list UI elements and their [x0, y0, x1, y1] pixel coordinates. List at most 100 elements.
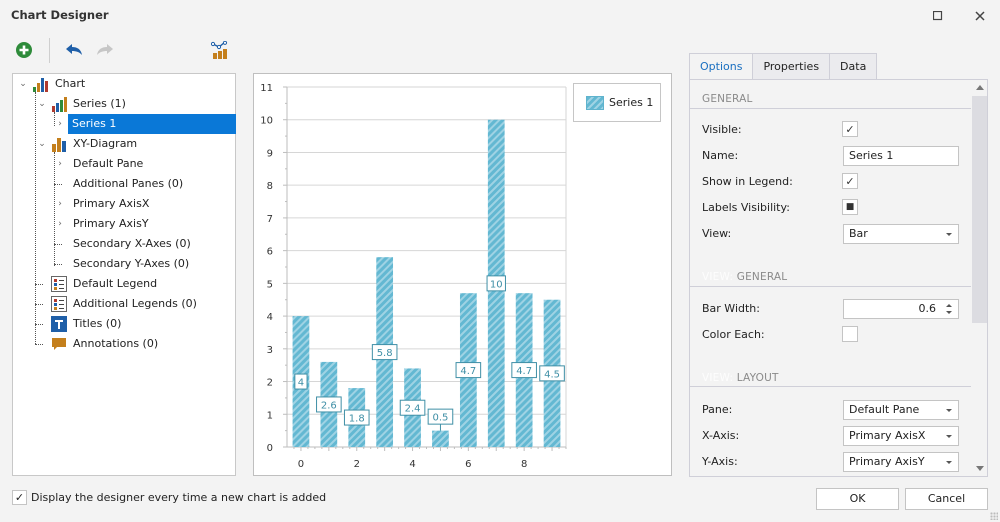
- toolbar-separator: [49, 38, 50, 63]
- tree-item-label: Series (1): [73, 97, 126, 110]
- change-chart-type-button[interactable]: [210, 40, 230, 60]
- chart-legend[interactable]: Series 1: [573, 83, 661, 122]
- display-designer-checkbox[interactable]: ✓: [12, 490, 27, 505]
- y-tick-label: 11: [260, 83, 273, 94]
- check-icon: ✓: [14, 491, 25, 504]
- tree-item-additional-legends[interactable]: Additional Legends (0): [13, 294, 235, 314]
- color-each-label: Color Each:: [702, 328, 765, 341]
- tree-item-default-pane[interactable]: › Default Pane: [13, 154, 235, 174]
- undo-button[interactable]: [64, 40, 84, 60]
- visible-checkbox[interactable]: ✓: [842, 121, 858, 137]
- title-icon: [51, 316, 67, 332]
- options-tabs: Options Properties Data: [689, 53, 878, 81]
- y-tick-label: 6: [267, 247, 273, 258]
- data-label: 4: [298, 378, 304, 389]
- scroll-up-icon[interactable]: [976, 85, 984, 90]
- scroll-down-icon[interactable]: [976, 466, 984, 471]
- chart-type-icon: [211, 41, 228, 59]
- view-combobox[interactable]: Bar: [843, 224, 959, 244]
- section-divider: [690, 286, 971, 287]
- series-icon: [52, 97, 67, 112]
- show-in-legend-checkbox[interactable]: ✓: [842, 173, 858, 189]
- close-button[interactable]: [969, 6, 991, 26]
- chevron-right-icon[interactable]: ›: [55, 119, 65, 129]
- y-tick-label: 0: [267, 443, 273, 454]
- spin-down-icon[interactable]: [946, 311, 952, 314]
- bar-width-label: Bar Width:: [702, 302, 760, 315]
- tab-properties[interactable]: Properties: [752, 53, 831, 80]
- undo-icon: [66, 44, 82, 55]
- labels-visibility-checkbox[interactable]: ■: [842, 199, 858, 215]
- redo-button[interactable]: [95, 40, 115, 60]
- dropdown-arrow-icon: [946, 461, 952, 464]
- data-label: 4.5: [544, 369, 560, 380]
- color-each-checkbox[interactable]: [842, 326, 858, 342]
- data-label: 4.7: [516, 366, 532, 377]
- tree-item-xy-diagram[interactable]: ⌄ XY-Diagram: [13, 134, 235, 154]
- tree-item-annotations[interactable]: Annotations (0): [13, 334, 235, 354]
- data-label: 1.8: [349, 414, 365, 425]
- pane-combobox[interactable]: Default Pane: [843, 400, 959, 420]
- chevron-right-icon[interactable]: ›: [55, 219, 65, 229]
- tree-item-label: Series 1: [68, 114, 236, 134]
- y-axis-combobox[interactable]: Primary AxisY: [843, 452, 959, 472]
- add-button[interactable]: [14, 40, 34, 60]
- chevron-right-icon[interactable]: ›: [55, 159, 65, 169]
- data-label: 5.8: [377, 348, 393, 359]
- cancel-button[interactable]: Cancel: [905, 488, 988, 510]
- ok-button[interactable]: OK: [816, 488, 899, 510]
- maximize-icon: [933, 11, 943, 21]
- tree-item-chart[interactable]: ⌄ Chart: [13, 74, 235, 94]
- tree-item-label: Titles (0): [73, 317, 122, 330]
- bar-width-spinner[interactable]: 0.6: [843, 299, 959, 319]
- chart-elements-tree[interactable]: ⌄ Chart ⌄ Series (1) › Series 1 ⌄ XY-Dia…: [12, 73, 236, 476]
- pane-label: Pane:: [702, 403, 733, 416]
- tab-data[interactable]: Data: [829, 53, 878, 80]
- chevron-down-icon[interactable]: ⌄: [37, 139, 47, 149]
- resize-grip[interactable]: [990, 512, 998, 520]
- tree-item-series-1[interactable]: › Series 1: [13, 114, 236, 134]
- x-axis-combobox[interactable]: Primary AxisX: [843, 426, 959, 446]
- y-tick-label: 4: [267, 312, 273, 323]
- y-tick-label: 10: [260, 116, 273, 127]
- options-panel: GENERAL Visible: ✓ Name: Series 1 Show i…: [689, 79, 988, 477]
- tree-item-label: Secondary X-Axes (0): [73, 237, 191, 250]
- maximize-button[interactable]: [927, 6, 949, 26]
- tree-item-secondary-y-axes[interactable]: Secondary Y-Axes (0): [13, 254, 235, 274]
- chart-preview[interactable]: 0 1 2 3 4 5 6 7 8 9 10 11 0 2 4 6 8 4 2.6 1.8 5.8 2.4 0.5 4.7 10…: [253, 73, 672, 476]
- tree-item-secondary-x-axes[interactable]: Secondary X-Axes (0): [13, 234, 235, 254]
- bar-chart: 0 1 2 3 4 5 6 7 8 9 10 11 0 2 4 6 8 4 2.6 1.8 5.8 2.4 0.5 4.7 10…: [260, 83, 567, 470]
- scrollbar-thumb[interactable]: [972, 96, 987, 323]
- chevron-down-icon[interactable]: ⌄: [37, 99, 47, 109]
- tree-item-primary-axis-x[interactable]: › Primary AxisX: [13, 194, 235, 214]
- chevron-right-icon[interactable]: ›: [55, 199, 65, 209]
- display-designer-label[interactable]: Display the designer every time a new ch…: [31, 491, 326, 504]
- dropdown-arrow-icon: [946, 409, 952, 412]
- x-tick-label: 2: [354, 459, 360, 470]
- check-icon: ✓: [845, 122, 855, 136]
- tree-item-additional-panes[interactable]: Additional Panes (0): [13, 174, 235, 194]
- chevron-down-icon[interactable]: ⌄: [18, 79, 28, 89]
- legend-label: Series 1: [609, 96, 654, 109]
- x-tick-label: 4: [409, 459, 415, 470]
- tree-item-label: Primary AxisX: [73, 197, 150, 210]
- indeterminate-icon: ■: [845, 202, 855, 212]
- redo-icon: [97, 44, 113, 55]
- data-label: 10: [490, 279, 503, 290]
- tab-options[interactable]: Options: [689, 53, 754, 81]
- spin-up-icon[interactable]: [946, 304, 952, 307]
- y-tick-label: 3: [267, 345, 273, 356]
- section-divider: [690, 108, 971, 109]
- tree-item-primary-axis-y[interactable]: › Primary AxisY: [13, 214, 235, 234]
- close-icon: [975, 11, 985, 21]
- tree-item-label: Primary AxisY: [73, 217, 149, 230]
- dropdown-arrow-icon: [946, 233, 952, 236]
- tree-item-default-legend[interactable]: Default Legend: [13, 274, 235, 294]
- tree-item-titles[interactable]: Titles (0): [13, 314, 235, 334]
- name-input[interactable]: Series 1: [843, 146, 959, 166]
- view-value: Bar: [849, 227, 868, 240]
- x-tick-label: 8: [521, 459, 527, 470]
- diagram-icon: [52, 138, 66, 152]
- tree-item-series[interactable]: ⌄ Series (1): [13, 94, 235, 114]
- x-axis-value: Primary AxisX: [849, 429, 926, 442]
